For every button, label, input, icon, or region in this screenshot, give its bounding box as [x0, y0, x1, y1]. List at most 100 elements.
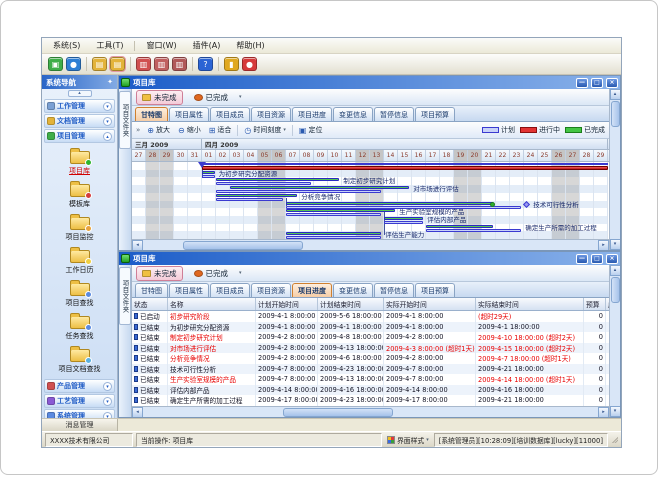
tab-project-resources[interactable]: 项目资源: [251, 107, 291, 121]
tab-change-info[interactable]: 变更信息: [333, 107, 373, 121]
expand-icon[interactable]: ▾: [103, 117, 112, 126]
filter-incomplete[interactable]: 未完成: [136, 266, 183, 281]
tab-pause-info[interactable]: 暂停信息: [374, 283, 414, 297]
task-actual-bar[interactable]: [286, 232, 381, 235]
task-plan-bar[interactable]: [202, 175, 215, 178]
scroll-thumb[interactable]: [183, 241, 303, 250]
table-row[interactable]: 已结束生产实验室规模的产品2009-4-7 8:00:002009-4-13 1…: [132, 374, 609, 385]
summary-progress-bar[interactable]: [202, 166, 608, 170]
summary-plan-bar[interactable]: [202, 163, 608, 165]
filter-incomplete[interactable]: 未完成: [136, 90, 183, 105]
col-header-3[interactable]: 计划结束时间: [318, 298, 384, 310]
table-row[interactable]: 已结束分析竞争情况2009-4-2 8:00:002009-4-6 18:00:…: [132, 353, 609, 364]
sidebar-item-project-library[interactable]: 项目库: [69, 148, 90, 176]
task-plan-bar[interactable]: [286, 236, 381, 239]
scroll-left-icon[interactable]: ◂: [132, 407, 143, 418]
pushpin-icon[interactable]: ✦: [107, 78, 113, 86]
gantt-tool-zoom-in[interactable]: ⊕放大: [144, 124, 173, 136]
table-row[interactable]: 已结束为初步研究分配资源2009-4-1 8:00:002009-4-1 18:…: [132, 322, 609, 333]
col-header-0[interactable]: 状态: [132, 298, 168, 310]
task-actual-bar[interactable]: [426, 225, 493, 228]
session-icon[interactable]: ▣: [48, 57, 63, 71]
col-header-4[interactable]: 实际开始时间: [384, 298, 476, 310]
task-plan-bar[interactable]: [426, 229, 521, 232]
scroll-thumb[interactable]: [611, 101, 620, 127]
table-panel-title-bar[interactable]: 项目库 — □ ×: [119, 252, 620, 265]
expand-icon[interactable]: ▾: [103, 397, 112, 406]
menu-item-system[interactable]: 系统(S): [46, 39, 87, 52]
tab-project-resources[interactable]: 项目资源: [251, 283, 291, 297]
close-button[interactable]: ×: [606, 78, 618, 88]
lock-icon[interactable]: ▮: [224, 57, 239, 71]
sidebar-item-project-monitor[interactable]: 项目监控: [66, 214, 94, 242]
task-actual-bar[interactable]: [230, 186, 409, 189]
sidebar-group-process-mgmt[interactable]: 工艺管理▾: [44, 394, 115, 408]
scroll-thumb[interactable]: [611, 277, 620, 303]
col-header-2[interactable]: 计划开始时间: [256, 298, 318, 310]
table-row[interactable]: 已结束评估内部产品2009-4-14 8:00:002009-4-16 18:0…: [132, 385, 609, 396]
filter-complete[interactable]: 已完成: [188, 266, 235, 281]
task-actual-bar[interactable]: [286, 202, 493, 205]
expand-icon[interactable]: ▾: [103, 382, 112, 391]
tab-project-progress[interactable]: 项目进度: [292, 107, 332, 121]
gantt-horizontal-scrollbar[interactable]: ◂ ▸: [132, 239, 609, 250]
table-horizontal-scrollbar[interactable]: ◂ ▸: [132, 406, 609, 417]
gantt-tool-fit[interactable]: ⊞适合: [206, 124, 235, 136]
task-actual-bar[interactable]: [202, 171, 215, 174]
minimize-button[interactable]: —: [576, 78, 588, 88]
tab-change-info[interactable]: 变更信息: [333, 283, 373, 297]
sidebar-group-product-mgmt[interactable]: 产品管理▾: [44, 379, 115, 393]
table-row[interactable]: 已启动初步研究阶段2009-4-1 8:00:002009-5-6 18:00:…: [132, 311, 609, 322]
scroll-up-icon[interactable]: ▴: [610, 265, 621, 276]
task-plan-bar[interactable]: [216, 198, 283, 201]
menu-item-tools[interactable]: 工具(T): [89, 39, 130, 52]
menu-item-help[interactable]: 帮助(H): [229, 39, 271, 52]
gantt-vertical-scrollbar[interactable]: ▴ ▾: [609, 89, 620, 250]
tab-project-props[interactable]: 项目属性: [169, 283, 209, 297]
table-row[interactable]: 已结束确定生产所需的加工过程2009-4-17 8:00:002009-4-23…: [132, 395, 609, 406]
tab-gantt[interactable]: 甘特图: [135, 107, 168, 121]
restore-button[interactable]: □: [591, 254, 603, 264]
tab-project-progress[interactable]: 项目进度: [292, 283, 332, 297]
collapse-icon[interactable]: ▴: [103, 132, 112, 141]
col-header-6[interactable]: 预算: [584, 298, 606, 310]
print-icon[interactable]: ▥: [172, 57, 187, 71]
tab-project-budget[interactable]: 项目预算: [415, 107, 455, 121]
vertical-tab-project-folder[interactable]: 项目文件夹: [119, 89, 132, 250]
tab-gantt[interactable]: 甘特图: [135, 283, 168, 297]
task-actual-bar[interactable]: [384, 217, 423, 220]
tab-pause-info[interactable]: 暂停信息: [374, 107, 414, 121]
tab-project-members[interactable]: 项目成员: [210, 107, 250, 121]
sidebar-item-project-search[interactable]: 项目查找: [66, 280, 94, 308]
resize-grip[interactable]: [611, 436, 618, 443]
filter-overflow-icon[interactable]: ▾: [239, 270, 242, 276]
project-folder-icon[interactable]: ▤: [110, 57, 125, 71]
scroll-down-icon[interactable]: ▾: [610, 239, 621, 250]
menu-item-plugin[interactable]: 插件(A): [186, 39, 228, 52]
task-plan-bar[interactable]: [216, 190, 381, 193]
sidebar-group-system-mgmt[interactable]: 系统管理▾: [44, 409, 115, 418]
sidebar-item-work-calendar[interactable]: 工作日历: [66, 247, 94, 275]
scroll-thumb[interactable]: [283, 408, 393, 417]
gantt-tool-zoom-out[interactable]: ⊖缩小: [175, 124, 204, 136]
sidebar-item-project-doc-search[interactable]: 项目文档查找: [59, 346, 101, 374]
scroll-right-icon[interactable]: ▸: [598, 240, 609, 251]
table-row[interactable]: 已结束制定初步研究计划2009-4-2 8:00:002009-4-8 18:0…: [132, 332, 609, 343]
menu-item-window[interactable]: 窗口(W): [139, 39, 183, 52]
gantt-tool-locate[interactable]: ▣定位: [296, 124, 326, 136]
tab-message-mgmt[interactable]: 消息管理: [42, 419, 118, 431]
help-icon[interactable]: ?: [198, 57, 213, 71]
col-header-5[interactable]: 实际结束时间: [476, 298, 584, 310]
task-actual-bar[interactable]: [286, 209, 395, 212]
task-actual-bar[interactable]: [216, 194, 297, 197]
task-actual-bar[interactable]: [216, 178, 339, 181]
scroll-down-icon[interactable]: ▾: [610, 406, 621, 417]
sidebar-group-doc-mgmt[interactable]: 文档管理▾: [44, 114, 115, 128]
open-folder-icon[interactable]: ▤: [92, 57, 107, 71]
exit-icon[interactable]: ●: [242, 57, 257, 71]
task-plan-bar[interactable]: [384, 221, 423, 224]
restore-button[interactable]: □: [591, 78, 603, 88]
tab-project-budget[interactable]: 项目预算: [415, 283, 455, 297]
close-button[interactable]: ×: [606, 254, 618, 264]
filter-complete[interactable]: 已完成: [188, 90, 235, 105]
